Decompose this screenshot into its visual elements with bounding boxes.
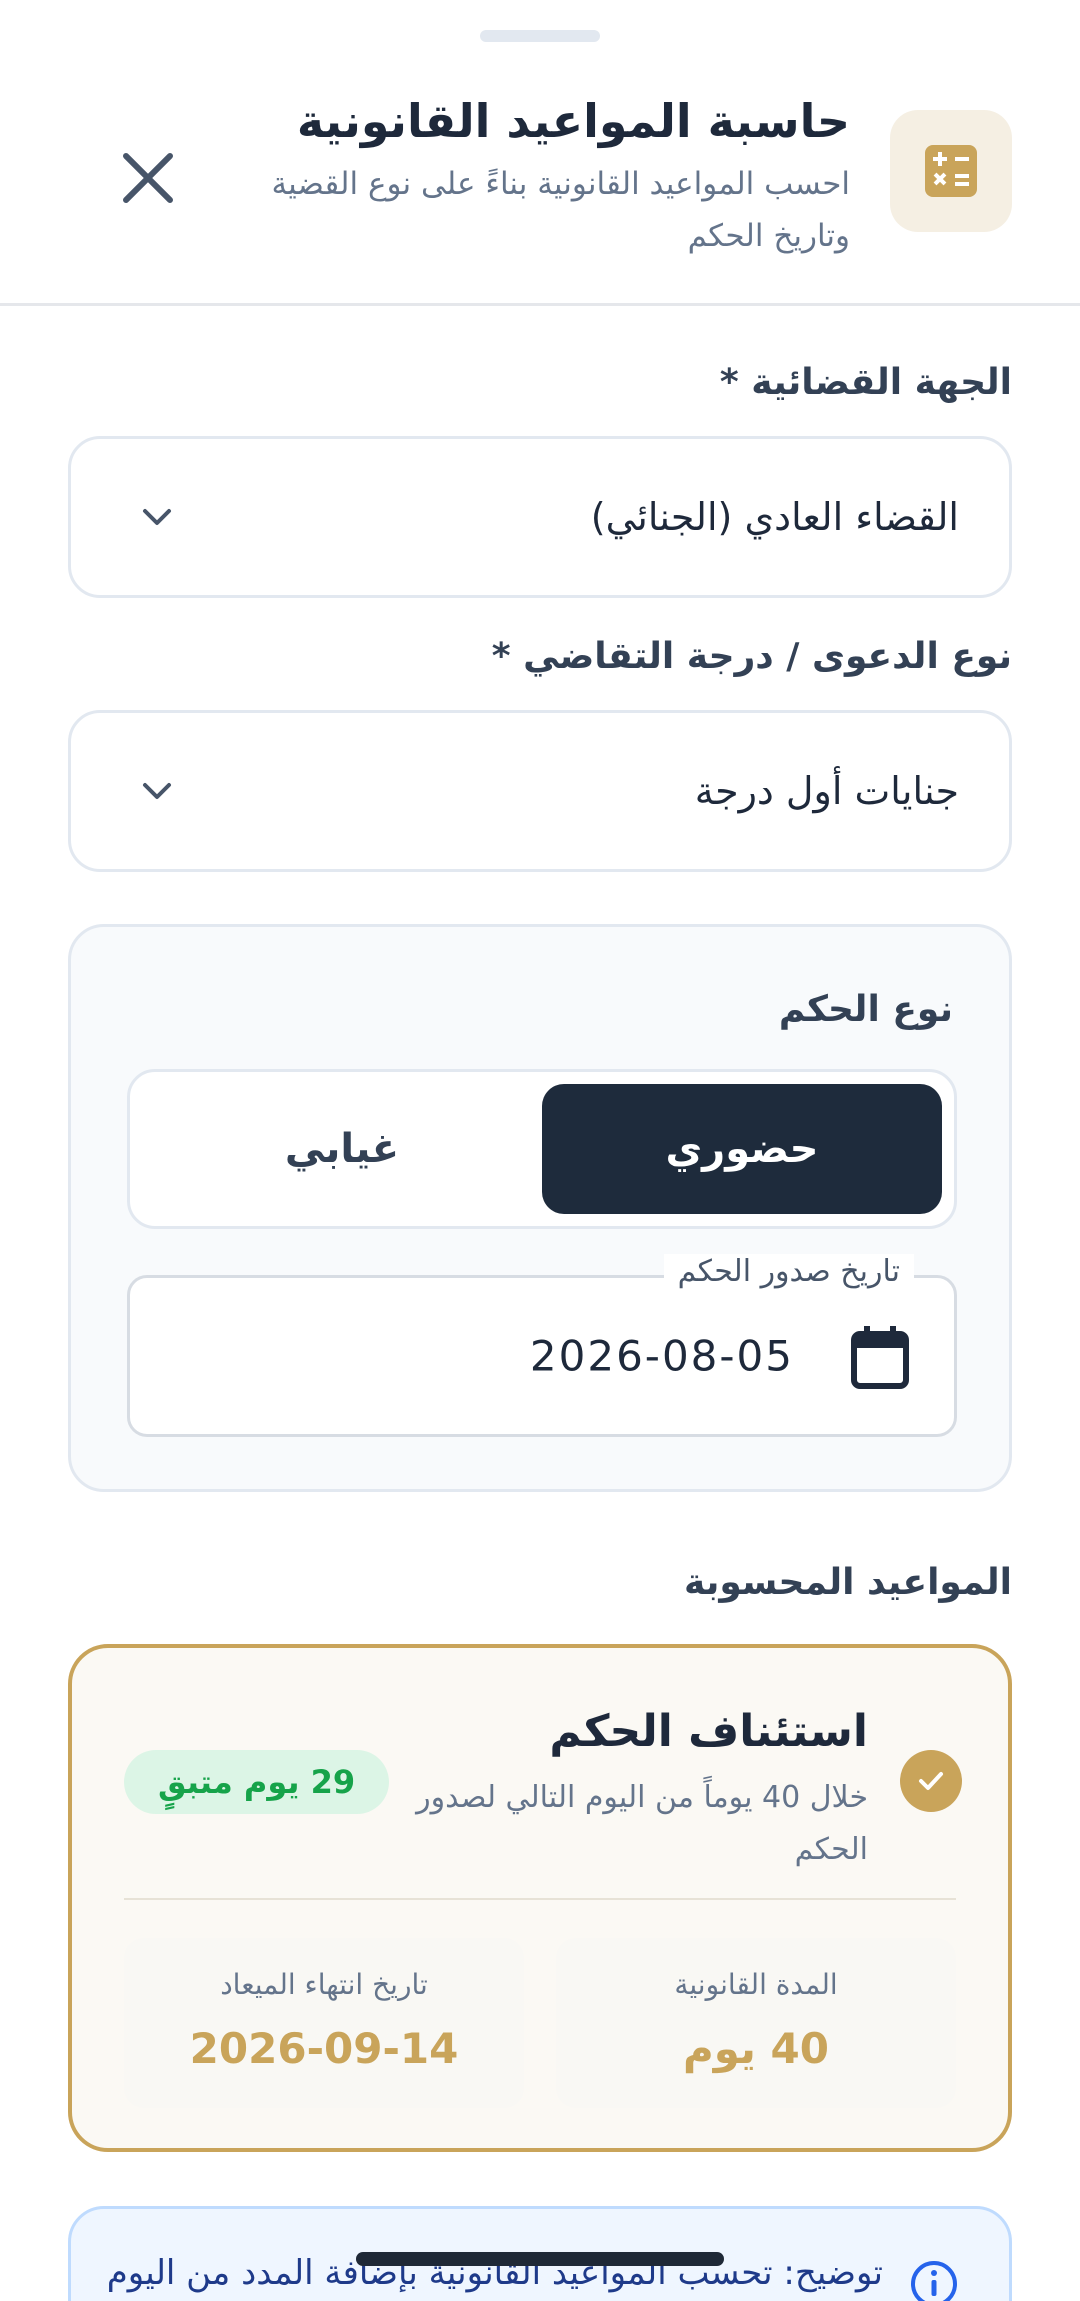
bottom-sheet: حاسبة المواعيد القانونية احسب المواعيد ا…	[0, 0, 1080, 2301]
chevron-down-icon	[143, 771, 241, 811]
court-value: القضاء العادي (الجنائي)	[590, 495, 959, 539]
info-icon	[909, 2259, 959, 2301]
calculator-icon	[890, 110, 1012, 232]
court-label: الجهة القضائية *	[719, 362, 1012, 403]
check-icon	[900, 1750, 962, 1812]
calendar-icon[interactable]	[850, 1326, 910, 1390]
deadline-date-stat: تاريخ انتهاء الميعاد 2026-09-14	[124, 1938, 524, 2108]
drag-handle[interactable]	[480, 30, 600, 42]
page-subtitle: احسب المواعيد القانونية بناءً على نوع ال…	[271, 166, 851, 254]
court-select[interactable]: القضاء العادي (الجنائي)	[68, 436, 1012, 598]
home-indicator[interactable]	[356, 2252, 724, 2266]
case-type-select[interactable]: جنايات أول درجة	[68, 710, 1012, 872]
verdict-option-in-person[interactable]: حضوري	[542, 1084, 942, 1214]
verdict-option-in-absentia[interactable]: غيابي	[142, 1084, 542, 1214]
verdict-date-label: تاريخ صدور الحكم	[663, 1254, 914, 1289]
deadline-date-value: 2026-09-14	[189, 2024, 459, 2073]
case-type-label: نوع الدعوى / درجة التقاضي *	[491, 636, 1012, 677]
verdict-date-value: 2026-08-05	[529, 1331, 794, 1381]
results-title: المواعيد المحسوبة	[683, 1562, 1012, 1603]
verdict-panel: نوع الحكم حضوري غيابي تاريخ صدور الحكم 2…	[68, 924, 1012, 1492]
remaining-days-badge: 29 يوم متبقٍ	[124, 1750, 390, 1814]
duration-label: المدة القانونية	[674, 1968, 838, 2001]
deadline-card[interactable]: استئناف الحكم خلال 40 يوماً من اليوم الت…	[68, 1644, 1012, 2152]
case-type-value: جنايات أول درجة	[694, 769, 959, 813]
verdict-type-label: نوع الحكم	[778, 989, 953, 1030]
deadline-title: استئناف الحكم	[549, 1706, 868, 1757]
duration-value: 40 يوم	[683, 2024, 829, 2073]
sheet-header: حاسبة المواعيد القانونية احسب المواعيد ا…	[0, 60, 1080, 306]
close-icon	[123, 153, 173, 203]
chevron-down-icon	[143, 497, 241, 537]
close-button[interactable]	[110, 140, 186, 216]
duration-stat: المدة القانونية 40 يوم	[556, 1938, 956, 2108]
divider	[124, 1898, 956, 1900]
verdict-toggle: حضوري غيابي	[127, 1069, 957, 1229]
verdict-date-field[interactable]: تاريخ صدور الحكم 2026-08-05	[127, 1254, 957, 1437]
deadline-description: خلال 40 يوماً من اليوم التالي لصدور الحك…	[416, 1780, 868, 1867]
page-title: حاسبة المواعيد القانونية	[296, 94, 850, 148]
deadline-date-label: تاريخ انتهاء الميعاد	[220, 1968, 428, 2001]
